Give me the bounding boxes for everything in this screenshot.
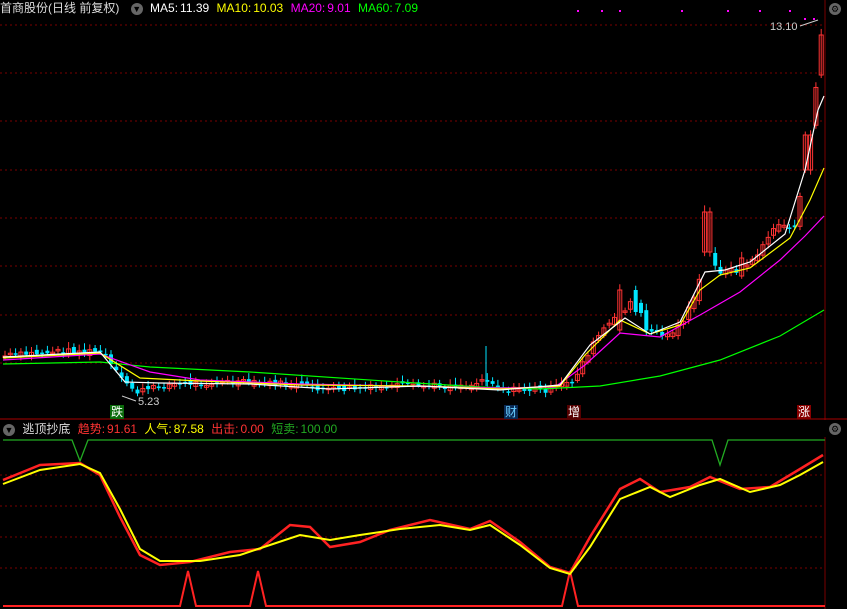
candle-body xyxy=(130,382,135,389)
signal-dot xyxy=(813,18,815,20)
attack-line xyxy=(3,570,825,607)
candle-body xyxy=(787,227,792,229)
candle-body xyxy=(336,386,341,388)
candle-body xyxy=(649,329,654,332)
fall-marker: 跌 xyxy=(110,405,125,419)
candle-body xyxy=(199,384,204,387)
candle-body xyxy=(45,350,50,354)
candle-body xyxy=(34,349,39,355)
signal-dot xyxy=(619,10,621,12)
candle-body xyxy=(156,386,161,389)
candle-body xyxy=(135,389,140,394)
candle-body xyxy=(644,310,649,331)
low-price-pointer xyxy=(121,395,137,402)
indicator-chart[interactable] xyxy=(0,437,847,609)
candle-body xyxy=(146,386,151,390)
trend-label: 趋势: xyxy=(77,422,106,436)
candle-body xyxy=(633,290,638,312)
popularity-label: 人气: xyxy=(144,422,172,436)
candle-body xyxy=(93,348,98,352)
high-price-label: 13.10 xyxy=(770,21,798,33)
indicator-title: 逃顶抄底 xyxy=(22,422,71,436)
short-sell-label: 短卖: xyxy=(271,422,299,436)
candlestick-chart[interactable]: 13.10 5.23 xyxy=(0,0,847,420)
candle-body xyxy=(13,353,18,355)
candle-body xyxy=(40,352,45,355)
signal-dot xyxy=(727,10,729,12)
candle-body xyxy=(713,252,718,266)
ma5-line xyxy=(2,95,825,391)
ma20-line xyxy=(2,215,825,389)
candle-body xyxy=(24,351,29,355)
signal-dot xyxy=(759,10,761,12)
short-sell-line xyxy=(3,439,825,468)
attack-value: 0.00 xyxy=(240,422,264,436)
increase-marker: 增 xyxy=(567,405,582,419)
attack-label: 出击: xyxy=(211,422,239,436)
popularity-value: 87.58 xyxy=(173,422,204,436)
finance-marker: 财 xyxy=(504,405,519,419)
candle-body xyxy=(162,387,166,389)
signal-dot xyxy=(681,10,683,12)
candle-body xyxy=(490,381,495,384)
signal-dot xyxy=(789,10,791,12)
limit-up-marker: 涨 xyxy=(797,405,812,419)
indicator-panel-header: ▼ 逃顶抄底 趋势: 91.61 人气: 87.58 出击: 0.00 短卖: 100.… xyxy=(0,421,341,437)
candle-body xyxy=(570,381,575,384)
low-price-label: 5.23 xyxy=(138,396,159,408)
candle-body xyxy=(639,302,643,313)
popularity-line xyxy=(2,461,824,576)
ma10-line xyxy=(2,167,825,390)
trend-value: 91.61 xyxy=(107,422,138,436)
gear-icon[interactable]: ⚙ xyxy=(829,423,841,435)
signal-dot xyxy=(601,10,603,12)
candle-body xyxy=(543,388,548,393)
candle-body xyxy=(506,391,511,393)
short-sell-value: 100.00 xyxy=(300,422,338,436)
signal-dot xyxy=(804,18,806,20)
trend-line xyxy=(2,453,824,575)
chevron-down-icon[interactable]: ▼ xyxy=(3,423,15,436)
signal-dot xyxy=(577,10,579,12)
